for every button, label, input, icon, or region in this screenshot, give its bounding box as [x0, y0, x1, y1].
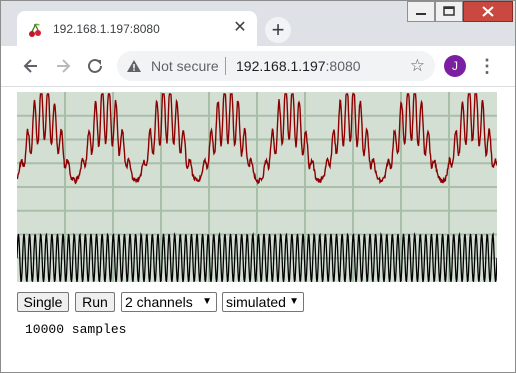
security-label[interactable]: Not secure	[151, 58, 219, 74]
address-bar[interactable]: Not secure 192.168.1.197:8080 ☆	[117, 51, 435, 81]
minimize-button[interactable]	[407, 1, 435, 22]
maximize-button[interactable]	[435, 1, 463, 22]
mode-select-value: simulated	[226, 294, 286, 310]
channels-select-value: 2 channels	[125, 294, 193, 310]
menu-kebab-icon[interactable]: ⋮	[477, 54, 497, 78]
chevron-down-icon: ▼	[202, 296, 212, 307]
tab-close-icon[interactable]: ✕	[231, 19, 249, 37]
close-icon	[482, 6, 494, 17]
profile-avatar[interactable]: J	[444, 55, 466, 77]
bookmark-star-icon[interactable]: ☆	[410, 56, 425, 76]
url-text[interactable]: 192.168.1.197:8080	[236, 58, 361, 74]
channels-select[interactable]: 2 channels ▼	[121, 292, 217, 312]
sample-count-status: 10000 samples	[25, 322, 127, 337]
reload-button[interactable]	[82, 53, 108, 79]
forward-button[interactable]	[50, 53, 76, 79]
chevron-down-icon: ▼	[289, 296, 299, 307]
minimize-icon	[416, 13, 426, 15]
single-button[interactable]: Single	[17, 292, 69, 312]
page-viewport: Single Run 2 channels ▼ simulated ▼ 1000…	[1, 88, 515, 372]
mode-select[interactable]: simulated ▼	[222, 292, 304, 312]
run-button[interactable]: Run	[75, 292, 115, 312]
close-window-button[interactable]	[463, 1, 513, 22]
back-arrow-icon	[23, 59, 37, 73]
new-tab-button[interactable]: +	[265, 17, 291, 43]
back-button[interactable]	[18, 53, 44, 79]
browser-window: 192.168.1.197:8080 ✕ + Not secure 192.16…	[0, 0, 516, 373]
forward-arrow-icon	[57, 59, 71, 73]
active-tab[interactable]: 192.168.1.197:8080 ✕	[17, 11, 257, 46]
tab-strip: 192.168.1.197:8080 ✕ +	[1, 1, 515, 46]
reload-icon	[88, 58, 102, 73]
address-separator	[225, 57, 226, 75]
warning-icon[interactable]	[126, 58, 142, 74]
cherry-favicon-icon	[29, 23, 41, 37]
browser-toolbar: Not secure 192.168.1.197:8080 ☆ J ⋮	[1, 46, 515, 87]
restore-icon	[443, 6, 455, 16]
oscilloscope-canvas	[17, 92, 497, 282]
url-port: :8080	[325, 58, 361, 74]
tab-title: 192.168.1.197:8080	[53, 22, 160, 36]
url-host: 192.168.1.197	[236, 58, 326, 74]
